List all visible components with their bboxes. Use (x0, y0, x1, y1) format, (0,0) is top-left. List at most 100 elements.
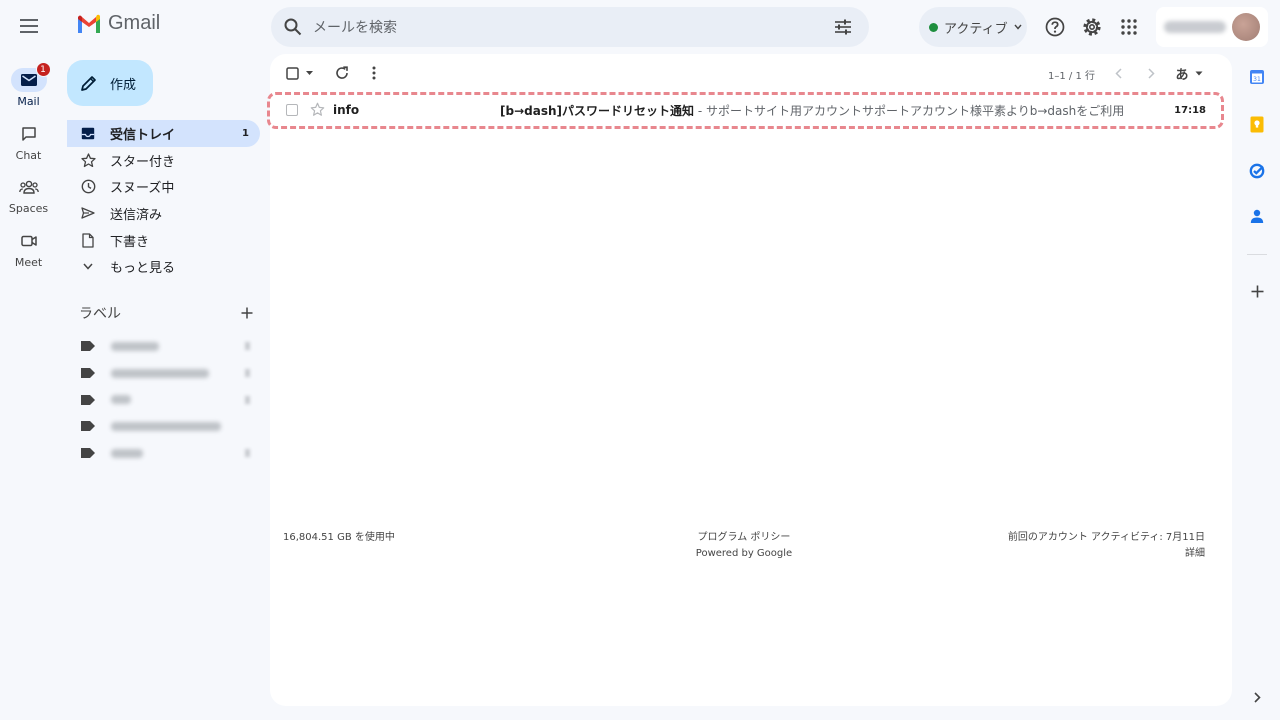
status-dot (929, 22, 938, 32)
sidebar-item-drafts[interactable]: 下書き (67, 227, 260, 254)
label-item-redacted[interactable] (67, 360, 260, 387)
rail-item-chat[interactable]: Chat (0, 122, 57, 162)
highlight-outline (267, 92, 1224, 129)
video-camera-icon (20, 235, 37, 247)
pagination-text: 1–1 / 1 行 (1048, 71, 1095, 82)
label-tag-icon (81, 448, 95, 459)
inbox-icon (80, 125, 96, 141)
add-label-icon[interactable] (241, 307, 253, 319)
sidebar-item-starred[interactable]: スター付き (67, 147, 260, 174)
label-name-redacted (111, 395, 131, 405)
label-item-redacted[interactable] (67, 413, 260, 440)
keep-icon (1250, 116, 1264, 132)
rail-label-mail: Mail (17, 95, 40, 108)
mail-icon (20, 74, 37, 86)
rail-item-meet[interactable]: Meet (0, 229, 57, 269)
unread-badge: 1 (35, 62, 51, 77)
contacts-button[interactable] (1248, 207, 1266, 225)
sidebar-item-label: もっと見る (110, 261, 176, 277)
help-icon (1045, 17, 1065, 37)
send-icon (80, 205, 96, 221)
help-button[interactable] (1040, 12, 1070, 42)
sidebar-item-inbox[interactable]: 受信トレイ 1 (67, 120, 260, 147)
label-item-redacted[interactable] (67, 333, 260, 360)
main-menu-button[interactable] (12, 9, 46, 43)
app-name: Gmail (108, 12, 161, 34)
get-addons-button[interactable] (1248, 282, 1266, 300)
labels-heading: ラベル (79, 306, 121, 322)
svg-text:31: 31 (1253, 76, 1261, 83)
label-list (67, 333, 260, 466)
gmail-logo[interactable]: Gmail (76, 12, 160, 35)
sidebar-nav: 受信トレイ 1 スター付き スヌーズ中 送信済み 下書き もっと見る (67, 120, 260, 280)
input-tool-label: あ (1175, 67, 1189, 83)
sidebar-item-label: 下書き (110, 234, 150, 250)
search-input[interactable]: メールを検索 (313, 17, 823, 37)
side-panel-divider (1247, 254, 1267, 255)
label-count-redacted (245, 395, 250, 404)
draft-document-icon (80, 232, 96, 248)
rail-item-spaces[interactable]: Spaces (0, 175, 57, 215)
message-list-panel: 1–1 / 1 行 あ info [b→dash]パスワードリセット通知 - サ… (267, 54, 1232, 706)
select-all-checkbox[interactable] (284, 63, 316, 83)
tasks-button[interactable] (1248, 162, 1266, 180)
status-selector[interactable]: アクティブ (919, 7, 1027, 47)
label-item-redacted[interactable] (67, 440, 260, 467)
search-options-icon[interactable] (823, 19, 863, 35)
more-options-button[interactable] (366, 63, 382, 83)
powered-by-text: Powered by Google (695, 548, 793, 559)
labels-header: ラベル (79, 303, 259, 323)
label-name-redacted (111, 421, 221, 431)
contacts-icon (1250, 209, 1264, 223)
rail-item-mail[interactable]: 1 Mail (0, 62, 57, 108)
label-count-redacted (245, 449, 250, 458)
unread-count: 1 (242, 127, 249, 139)
sidebar-item-label: スヌーズ中 (110, 181, 175, 197)
account-button[interactable] (1156, 7, 1268, 47)
hamburger-icon (20, 19, 38, 33)
label-name-redacted (111, 341, 159, 351)
input-tools-button[interactable]: あ (1173, 63, 1205, 83)
star-icon (80, 152, 96, 168)
sidebar-item-sent[interactable]: 送信済み (67, 200, 260, 227)
gear-icon (1083, 18, 1101, 36)
sidebar-item-snoozed[interactable]: スヌーズ中 (67, 173, 260, 200)
program-policy-link[interactable]: プログラム ポリシー (670, 530, 818, 546)
pencil-icon (81, 75, 96, 91)
calendar-button[interactable]: 31 (1248, 68, 1266, 86)
label-item-redacted[interactable] (67, 386, 260, 413)
top-bar: Gmail メールを検索 アクティブ (0, 0, 1280, 54)
compose-label: 作成 (110, 77, 137, 93)
settings-button[interactable] (1077, 12, 1107, 42)
label-tag-icon (81, 421, 95, 432)
gmail-m-icon (78, 14, 100, 33)
avatar (1232, 13, 1260, 41)
chevron-right-icon (1253, 691, 1261, 703)
refresh-button[interactable] (332, 63, 352, 83)
compose-button[interactable]: 作成 (67, 60, 153, 106)
status-label: アクティブ (944, 21, 1008, 37)
chat-icon (21, 127, 36, 141)
newer-button[interactable] (1110, 63, 1126, 83)
expand-side-panel-button[interactable] (1248, 688, 1266, 706)
calendar-icon: 31 (1250, 70, 1264, 84)
keep-button[interactable] (1248, 115, 1266, 133)
search-bar[interactable]: メールを検索 (271, 7, 869, 47)
search-icon[interactable] (273, 18, 313, 36)
more-vert-icon (372, 66, 376, 80)
list-toolbar: 1–1 / 1 行 あ (270, 54, 1232, 92)
older-button[interactable] (1143, 63, 1159, 83)
rail-label-meet: Meet (14, 256, 43, 269)
account-name-redacted (1164, 21, 1226, 33)
chevron-left-icon (1114, 67, 1122, 79)
apps-button[interactable] (1114, 12, 1144, 42)
label-tag-icon (81, 341, 95, 352)
sidebar-item-more[interactable]: もっと見る (67, 253, 260, 280)
chevron-down-icon (1014, 24, 1022, 30)
chevron-down-icon (80, 259, 96, 275)
sidebar-item-label: 送信済み (110, 207, 163, 223)
spaces-icon (18, 180, 39, 194)
sidebar-item-label: 受信トレイ (110, 127, 176, 143)
side-panel: 31 (1240, 54, 1280, 720)
details-link[interactable]: 詳細 (1008, 546, 1205, 562)
